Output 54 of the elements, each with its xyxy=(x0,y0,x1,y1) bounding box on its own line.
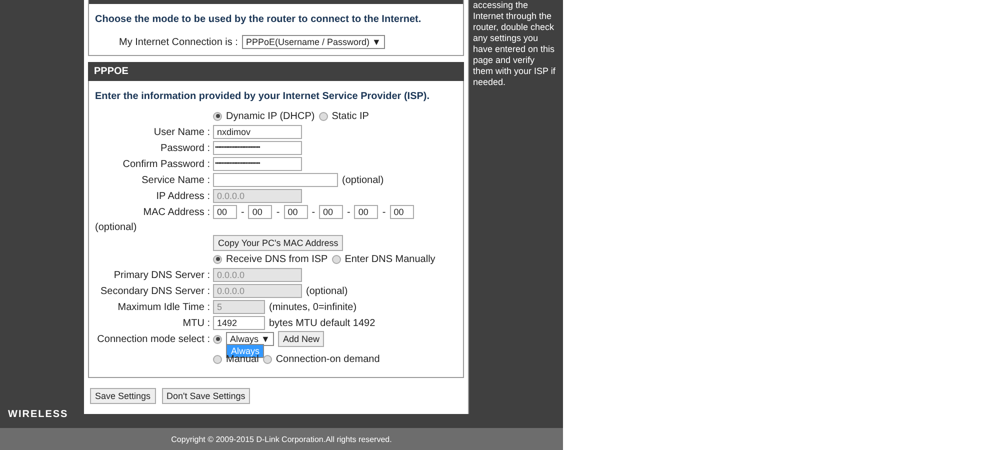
radio-label: Connection-on demand xyxy=(276,354,380,364)
separator-text: - xyxy=(276,206,280,218)
field-hint: (minutes, 0=infinite) xyxy=(269,302,357,312)
add-new-button[interactable]: Add New xyxy=(278,331,324,347)
field-label: Connection mode select : xyxy=(96,334,211,344)
field-label: IP Address : xyxy=(155,190,211,202)
field-hint: (optional) xyxy=(306,286,348,296)
mac-field[interactable]: 00 xyxy=(248,205,272,219)
connection-dropdown[interactable]: PPPoE(Username / Password) ▼ xyxy=(242,35,385,49)
input-field[interactable] xyxy=(213,173,338,187)
settings-button[interactable]: Don't Save Settings xyxy=(162,388,250,404)
field-hint: (optional) xyxy=(94,221,138,235)
field-label: Maximum Idle Time : xyxy=(116,302,211,312)
copyright-text: Copyright © 2009-2015 D-Link Corporation.All rights reserved. xyxy=(171,434,392,444)
copy-mac-button[interactable]: Copy Your PC's MAC Address xyxy=(213,235,344,251)
field-label: Confirm Password : xyxy=(122,158,211,170)
help-text: accessing the Internet through the router, double check any settings you have entered on this page and verify them with your ISP if needed. xyxy=(473,0,556,88)
radio-label: Dynamic IP (DHCP) xyxy=(226,110,315,122)
input-field[interactable]: nxdimov xyxy=(213,125,302,139)
radio-button[interactable] xyxy=(332,254,341,264)
section-intro: Enter the information provided by your Internet Service Provider (ISP). xyxy=(94,90,431,104)
wireless-logo: WIRELESS xyxy=(8,409,68,420)
field-label: Password : xyxy=(160,142,211,154)
radio-button[interactable] xyxy=(213,354,222,364)
field-hint: (optional) xyxy=(342,174,384,186)
radio-label: Static IP xyxy=(332,110,369,122)
radio-button[interactable] xyxy=(213,254,222,264)
radio-button[interactable] xyxy=(213,334,222,344)
field-label: Primary DNS Server : xyxy=(112,270,211,280)
mac-field[interactable]: 00 xyxy=(319,205,344,219)
field-label: Secondary DNS Server : xyxy=(100,286,211,296)
settings-button[interactable]: Save Settings xyxy=(90,388,156,404)
field-label: My Internet Connection is : xyxy=(119,36,238,48)
field-hint: bytes MTU default 1492 xyxy=(269,318,376,328)
radio-button[interactable] xyxy=(213,112,222,120)
input-field[interactable]: 1492 xyxy=(213,316,265,330)
mac-field[interactable]: 00 xyxy=(390,205,414,219)
field-label: Service Name : xyxy=(140,174,211,186)
field-label: User Name : xyxy=(152,126,211,138)
radio-label: Enter DNS Manually xyxy=(344,254,436,264)
section-header: PPPOE xyxy=(88,62,464,81)
separator-text: - xyxy=(382,206,386,218)
field-label: MTU : xyxy=(182,318,211,328)
field-label: MAC Address : xyxy=(142,206,211,218)
separator-text: - xyxy=(241,206,244,218)
mac-field[interactable]: 00 xyxy=(284,205,308,219)
mac-field[interactable]: 00 xyxy=(213,205,237,219)
radio-button[interactable] xyxy=(262,354,272,364)
radio-label: Receive DNS from ISP xyxy=(226,254,328,264)
separator-text: - xyxy=(347,206,350,218)
radio-button[interactable] xyxy=(318,112,328,120)
separator-text: - xyxy=(312,206,316,218)
mac-field[interactable]: 00 xyxy=(354,205,378,219)
section-intro: Choose the mode to be used by the router to connect to the Internet. xyxy=(94,13,422,27)
